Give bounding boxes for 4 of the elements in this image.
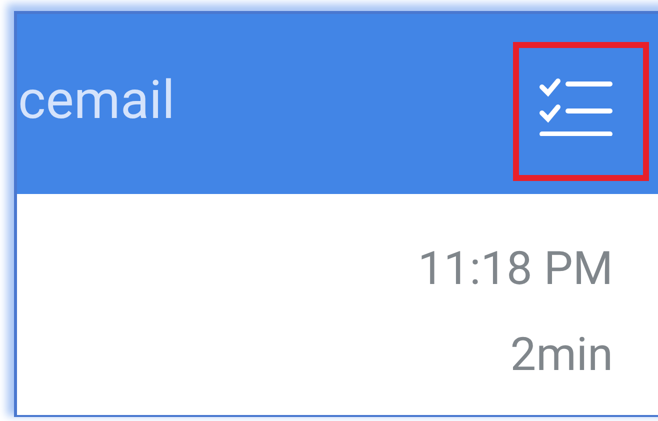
call-time: 11:18 PM (418, 246, 613, 292)
header-title: cemail (18, 74, 175, 126)
call-duration: 2min (510, 332, 613, 378)
checklist-button[interactable] (513, 42, 649, 181)
